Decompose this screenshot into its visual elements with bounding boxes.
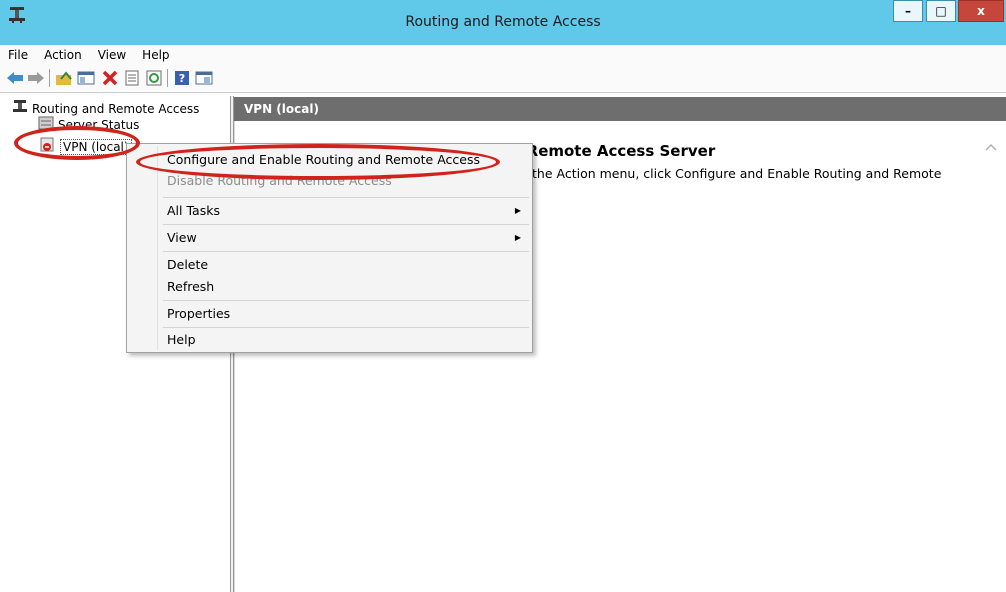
scroll-up-icon[interactable] [985,140,997,154]
svg-text:?: ? [179,72,185,85]
menu-item-label: View [167,230,197,245]
delete-icon[interactable] [101,69,119,87]
menu-action[interactable]: Action [36,48,90,62]
menu-item-view[interactable]: View ▶ [167,228,527,248]
toolbar-separator [49,69,50,87]
show-hide-tree-icon[interactable] [77,69,95,87]
maximize-icon: □ [935,4,947,18]
menu-gutter [157,146,158,350]
submenu-arrow-icon: ▶ [514,206,521,215]
menu-separator [163,224,529,225]
menu-item-help[interactable]: Help [167,330,527,350]
menu-item-label: Delete [167,257,209,272]
menu-file[interactable]: File [0,48,36,62]
highlight-ellipse-vpn [14,126,140,160]
up-folder-icon[interactable] [55,69,73,87]
close-icon: x [977,4,985,18]
menu-item-label: Refresh [167,279,215,294]
routing-icon [12,100,28,117]
details-text: the Action menu, click Configure and Ena… [532,166,942,181]
menu-separator [163,327,529,328]
help-icon[interactable]: ? [173,69,191,87]
properties-icon[interactable] [123,69,141,87]
console-icon[interactable] [195,69,213,87]
refresh-icon[interactable] [145,69,163,87]
menu-item-delete[interactable]: Delete [167,255,527,275]
menu-view[interactable]: View [90,48,134,62]
menu-item-properties[interactable]: Properties [167,304,527,324]
menu-item-label: All Tasks [167,203,220,218]
back-icon[interactable] [6,69,24,87]
minimize-icon: – [905,4,911,18]
toolbar-separator [167,69,168,87]
menu-bar: File Action View Help [0,45,1006,64]
window-title: Routing and Remote Access [405,14,601,30]
menu-separator [163,197,529,198]
close-button[interactable]: x [958,0,1004,22]
maximize-button[interactable]: □ [926,0,956,22]
submenu-arrow-icon: ▶ [514,233,521,242]
menu-item-all-tasks[interactable]: All Tasks ▶ [167,201,527,221]
tree-root[interactable]: Routing and Remote Access [12,100,199,117]
minimize-button[interactable]: – [893,0,923,22]
menu-separator [163,300,529,301]
details-header: VPN (local) [234,97,1006,121]
menu-help[interactable]: Help [134,48,177,62]
menu-item-label: Properties [167,306,231,321]
menu-item-label: Help [167,332,196,347]
menu-separator [163,251,529,252]
toolbar: ? [0,64,1006,93]
tree-root-label: Routing and Remote Access [32,101,200,116]
forward-icon[interactable] [27,69,45,87]
highlight-ellipse-configure [136,144,500,180]
menu-item-refresh[interactable]: Refresh [167,277,527,297]
